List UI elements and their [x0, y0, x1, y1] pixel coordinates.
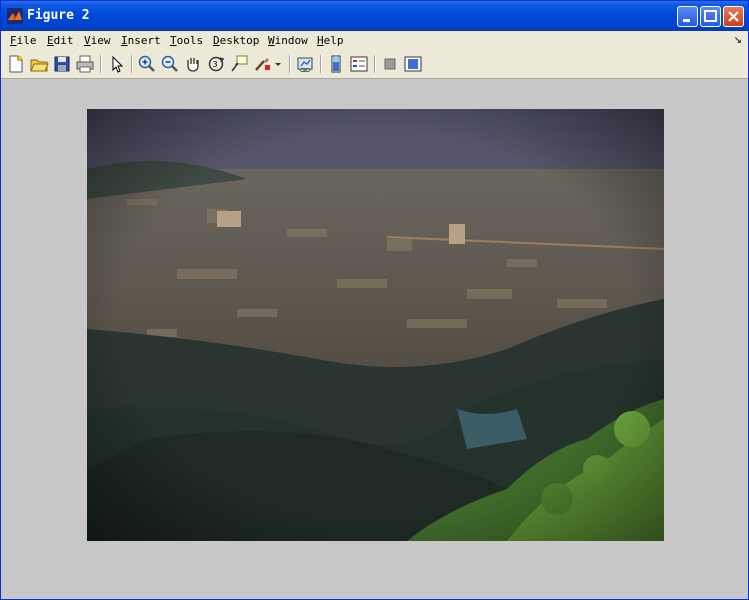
zoom-out-icon[interactable] [160, 54, 180, 74]
legend-icon[interactable] [349, 54, 369, 74]
zoom-in-icon[interactable] [137, 54, 157, 74]
maximize-button[interactable] [700, 6, 721, 27]
link-plot-icon[interactable] [295, 54, 315, 74]
rotate-3d-icon[interactable]: 3 [206, 54, 226, 74]
data-cursor-icon[interactable] [229, 54, 249, 74]
save-icon[interactable] [52, 54, 72, 74]
toolbar-separator [320, 55, 322, 73]
figure-toolbar: 3 [1, 51, 748, 79]
colorbar-icon[interactable] [326, 54, 346, 74]
matlab-logo-icon [7, 8, 23, 24]
toolbar-separator [131, 55, 133, 73]
pan-hand-icon[interactable] [183, 54, 203, 74]
menu-insert[interactable]: Insert [121, 34, 161, 47]
photo-image [87, 109, 664, 541]
brush-dropdown-icon[interactable] [273, 54, 283, 74]
close-icon [728, 11, 739, 22]
svg-text:3: 3 [213, 60, 218, 69]
toolbar-separator [374, 55, 376, 73]
menu-bar: File Edit View Insert Tools Desktop Wind… [1, 31, 748, 52]
menu-edit[interactable]: Edit [47, 34, 74, 47]
print-icon[interactable] [75, 54, 95, 74]
menu-view[interactable]: View [84, 34, 111, 47]
window-title: Figure 2 [27, 8, 90, 23]
close-button[interactable] [723, 6, 744, 27]
figure-canvas[interactable] [1, 79, 748, 599]
landscape-photo [87, 109, 664, 541]
brush-icon[interactable] [252, 54, 272, 74]
menu-window[interactable]: Window [268, 34, 308, 47]
new-figure-icon[interactable] [6, 54, 26, 74]
maximize-icon [704, 10, 717, 22]
menu-file[interactable]: File [10, 34, 37, 47]
toolbar-separator [100, 55, 102, 73]
edit-plot-arrow-icon[interactable] [107, 54, 127, 74]
menu-tools[interactable]: Tools [170, 34, 203, 47]
minimize-button[interactable] [677, 6, 698, 27]
toolbar-separator [289, 55, 291, 73]
hide-plot-tools-icon[interactable] [380, 54, 400, 74]
menu-help[interactable]: Help [317, 34, 344, 47]
title-bar[interactable]: Figure 2 [1, 1, 748, 31]
dock-arrow-icon[interactable]: ↘ [734, 35, 742, 46]
minimize-icon [683, 19, 690, 22]
figure-window: Figure 2 File Edit View Insert Tools Des… [0, 0, 749, 600]
menu-desktop[interactable]: Desktop [213, 34, 259, 47]
show-plot-tools-icon[interactable] [403, 54, 423, 74]
open-file-icon[interactable] [29, 54, 49, 74]
